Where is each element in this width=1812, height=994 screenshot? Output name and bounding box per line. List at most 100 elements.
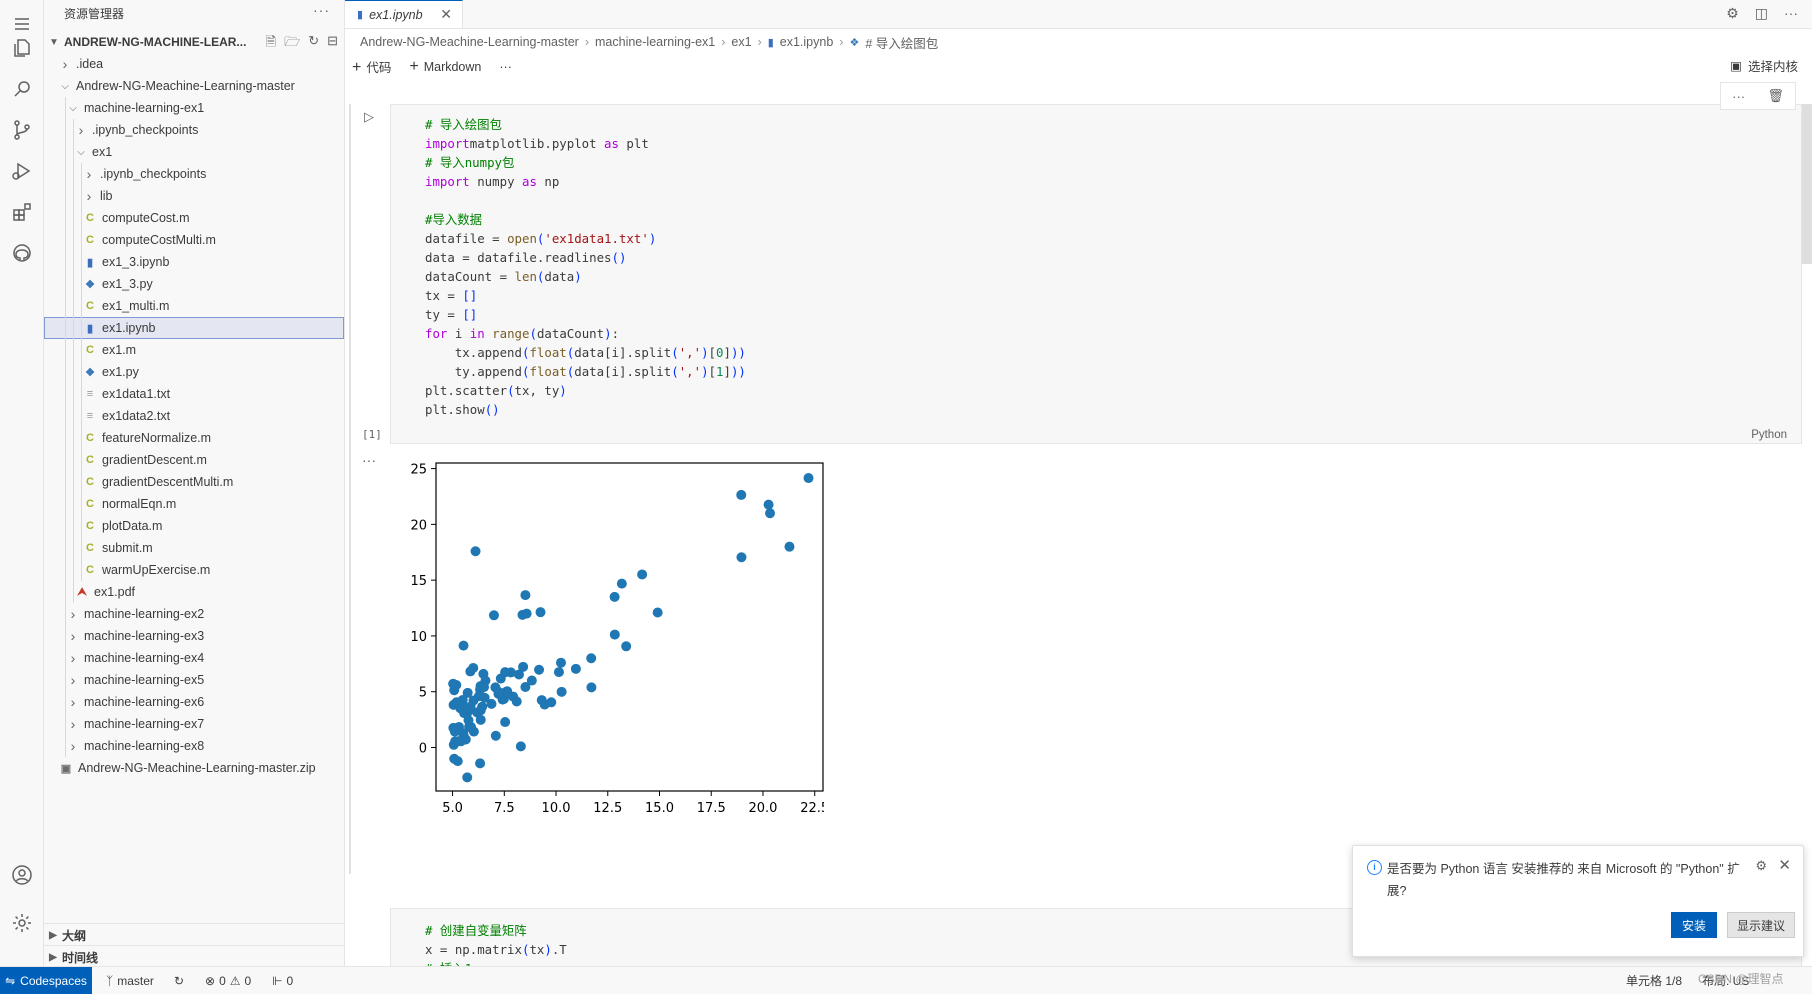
tree-file[interactable]: ≡ ex1data2.txt xyxy=(44,405,344,427)
gear-icon[interactable]: ⚙ xyxy=(1755,858,1767,874)
tree-file[interactable]: ❖ ex1_3.py xyxy=(44,273,344,295)
run-debug-icon[interactable] xyxy=(0,151,43,191)
explorer-icon[interactable] xyxy=(0,28,43,68)
code-token: ty.append xyxy=(425,364,522,379)
cell-position[interactable]: 单元格 1/8 xyxy=(1626,967,1682,994)
timeline-section[interactable]: ▶ 时间线 xyxy=(44,945,344,966)
close-tab-icon[interactable]: ✕ xyxy=(440,6,452,23)
problems-indicator[interactable]: ⊗ 0 ⚠ 0 xyxy=(205,967,251,994)
tree-file[interactable]: ≡ ex1data1.txt xyxy=(44,383,344,405)
execution-count: [1] xyxy=(362,428,382,441)
new-folder-icon[interactable]: 🗁 xyxy=(284,33,300,55)
code-token: ',' xyxy=(678,345,702,360)
tree-folder[interactable]: › machine-learning-ex5 xyxy=(44,669,344,691)
close-icon[interactable]: ✕ xyxy=(1778,856,1791,874)
code-token: ( xyxy=(671,345,679,360)
tree-file[interactable]: ▣ Andrew-NG-Meachine-Learning-master.zip xyxy=(44,757,344,779)
source-control-icon[interactable] xyxy=(0,110,43,150)
tree-file[interactable]: ❖ ex1.py xyxy=(44,361,344,383)
install-button[interactable]: 安装 xyxy=(1671,912,1717,938)
tree-file[interactable]: ▮ ex1_3.ipynb xyxy=(44,251,344,273)
cell-more-icon[interactable]: ··· xyxy=(1732,89,1745,104)
tree-folder[interactable]: › machine-learning-ex3 xyxy=(44,625,344,647)
x-tick-label: 12.5 xyxy=(593,801,622,816)
tree-folder[interactable]: ⌵ Andrew-NG-Meachine-Learning-master xyxy=(44,75,344,97)
code-token: #导入数据 xyxy=(425,212,483,227)
accounts-icon[interactable] xyxy=(0,855,43,895)
sync-icon[interactable]: ↻ xyxy=(174,967,184,994)
indent-guide xyxy=(81,207,82,229)
run-cell-icon[interactable]: ▷ xyxy=(364,109,374,125)
breadcrumb-item[interactable]: machine-learning-ex1 xyxy=(595,35,715,49)
tree-item-label: featureNormalize.m xyxy=(102,431,212,445)
tree-file[interactable]: CwarmUpExercise.m xyxy=(44,559,344,581)
tree-folder[interactable]: › machine-learning-ex7 xyxy=(44,713,344,735)
tree-file[interactable]: ▮ ex1.ipynb xyxy=(44,317,344,339)
breadcrumb-item[interactable]: # 导入绘图包 xyxy=(865,33,938,52)
outline-section[interactable]: ▶ 大纲 xyxy=(44,923,344,946)
tab-ex1-ipynb[interactable]: ▮ ex1.ipynb ✕ xyxy=(345,0,463,28)
notebook-file-icon: ▮ xyxy=(357,9,364,21)
delete-cell-icon[interactable]: 🗑 xyxy=(1767,88,1784,104)
tree-folder[interactable]: › .idea xyxy=(44,53,344,75)
split-editor-icon[interactable]: ◫ xyxy=(1755,5,1768,22)
search-icon[interactable] xyxy=(0,69,43,109)
tree-file[interactable]: Csubmit.m xyxy=(44,537,344,559)
code-token: ) xyxy=(648,231,657,246)
tree-folder[interactable]: › machine-learning-ex2 xyxy=(44,603,344,625)
y-tick-label: 20 xyxy=(410,518,427,533)
breadcrumb-item[interactable]: Andrew-NG-Meachine-Learning-master xyxy=(360,35,579,49)
branch-indicator[interactable]: ᛉ master xyxy=(106,967,154,994)
code-token: # 导入numpy包 xyxy=(425,155,515,170)
tree-folder[interactable]: › .ipynb_checkpoints xyxy=(44,119,344,141)
breadcrumb-item[interactable]: ex1 xyxy=(731,35,751,49)
tree-folder[interactable]: › lib xyxy=(44,185,344,207)
vertical-scrollbar[interactable] xyxy=(1802,104,1812,264)
cell-language[interactable]: Python xyxy=(1751,429,1787,441)
refresh-icon[interactable]: ↻ xyxy=(308,33,319,55)
select-kernel-button[interactable]: ▣ 选择内核 xyxy=(1730,56,1798,75)
tree-file[interactable]: Cex1_multi.m xyxy=(44,295,344,317)
x-tick-label: 5.0 xyxy=(442,801,463,816)
tree-folder[interactable]: › machine-learning-ex4 xyxy=(44,647,344,669)
gear-icon[interactable]: ⚙ xyxy=(1726,5,1739,22)
tree-file[interactable]: CcomputeCost.m xyxy=(44,207,344,229)
tree-folder[interactable]: › machine-learning-ex6 xyxy=(44,691,344,713)
tree-file[interactable]: CgradientDescent.m xyxy=(44,449,344,471)
show-recommendations-button[interactable]: 显示建议 xyxy=(1727,912,1795,938)
tree-folder[interactable]: › .ipynb_checkpoints xyxy=(44,163,344,185)
indent-guide xyxy=(73,185,74,207)
tree-file[interactable]: Cex1.m xyxy=(44,339,344,361)
settings-gear-icon[interactable] xyxy=(0,903,43,943)
remote-indicator[interactable]: ⇋ Codespaces xyxy=(0,967,92,994)
toolbar-more-button[interactable]: ··· xyxy=(499,60,512,74)
broadcast-icon: ⊩ xyxy=(272,973,283,988)
tree-folder[interactable]: › machine-learning-ex8 xyxy=(44,735,344,757)
tree-file[interactable]: CcomputeCostMulti.m xyxy=(44,229,344,251)
code-cell-1[interactable]: # 导入绘图包 importmatplotlib.pyplot as plt # 导… xyxy=(390,104,1802,444)
tree-folder[interactable]: ⌵ ex1 xyxy=(44,141,344,163)
ports-indicator[interactable]: ⊩ 0 xyxy=(272,967,293,994)
timeline-label: 时间线 xyxy=(62,950,99,965)
tree-file[interactable]: ⮝ ex1.pdf xyxy=(44,581,344,603)
add-markdown-cell-button[interactable]: + Markdown xyxy=(409,58,481,76)
more-actions-icon[interactable]: ··· xyxy=(1784,5,1798,22)
tree-folder[interactable]: ⌵ machine-learning-ex1 xyxy=(44,97,344,119)
explorer-more-button[interactable]: ··· xyxy=(313,2,330,18)
indent-guide xyxy=(73,405,74,427)
chevron-right-icon: › xyxy=(70,650,76,666)
indent-guide xyxy=(65,691,66,713)
github-icon[interactable] xyxy=(0,233,43,273)
new-file-icon[interactable]: 🗎 xyxy=(266,33,276,55)
y-tick-label: 15 xyxy=(410,574,427,589)
output-more-icon[interactable]: ··· xyxy=(362,452,376,468)
tree-file[interactable]: CgradientDescentMulti.m xyxy=(44,471,344,493)
collapse-all-icon[interactable]: ⊟ xyxy=(327,33,338,55)
tree-file[interactable]: CplotData.m xyxy=(44,515,344,537)
add-code-cell-button[interactable]: + 代码 xyxy=(352,57,391,77)
breadcrumb-item[interactable]: ex1.ipynb xyxy=(780,35,834,49)
extensions-icon[interactable] xyxy=(0,192,43,232)
tree-file[interactable]: CfeatureNormalize.m xyxy=(44,427,344,449)
tree-file[interactable]: CnormalEqn.m xyxy=(44,493,344,515)
cell-1-code[interactable]: # 导入绘图包 importmatplotlib.pyplot as plt # 导… xyxy=(425,115,746,419)
